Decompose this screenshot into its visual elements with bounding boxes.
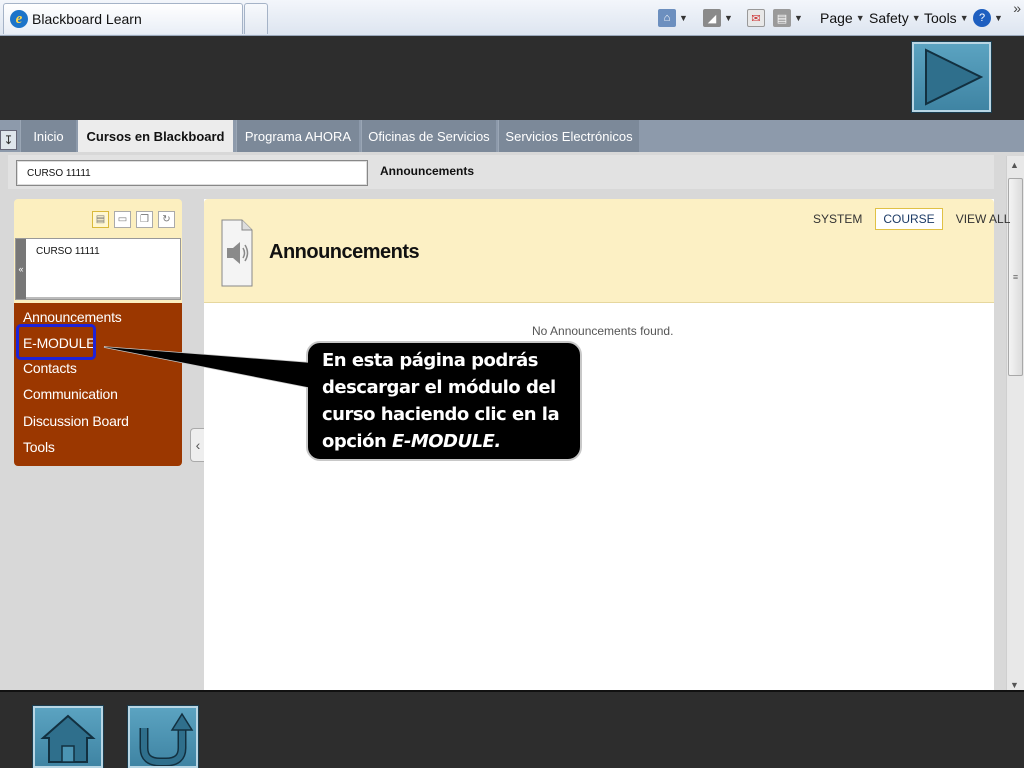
callout-line: En esta página podrás	[322, 350, 539, 371]
callout-line: descargar el módulo del	[322, 377, 556, 398]
return-icon	[139, 712, 194, 767]
home-icon	[40, 714, 96, 763]
return-button[interactable]	[128, 706, 198, 768]
callout-emphasis: E-MODULE.	[392, 431, 501, 452]
callout-text: En esta página podrás descargar el módul…	[322, 347, 578, 455]
callout-line: curso haciendo clic en la	[322, 404, 560, 425]
home-button[interactable]	[33, 706, 103, 768]
callout-line: opción E-MODULE.	[322, 428, 578, 455]
callout-line-prefix: opción	[322, 431, 393, 452]
